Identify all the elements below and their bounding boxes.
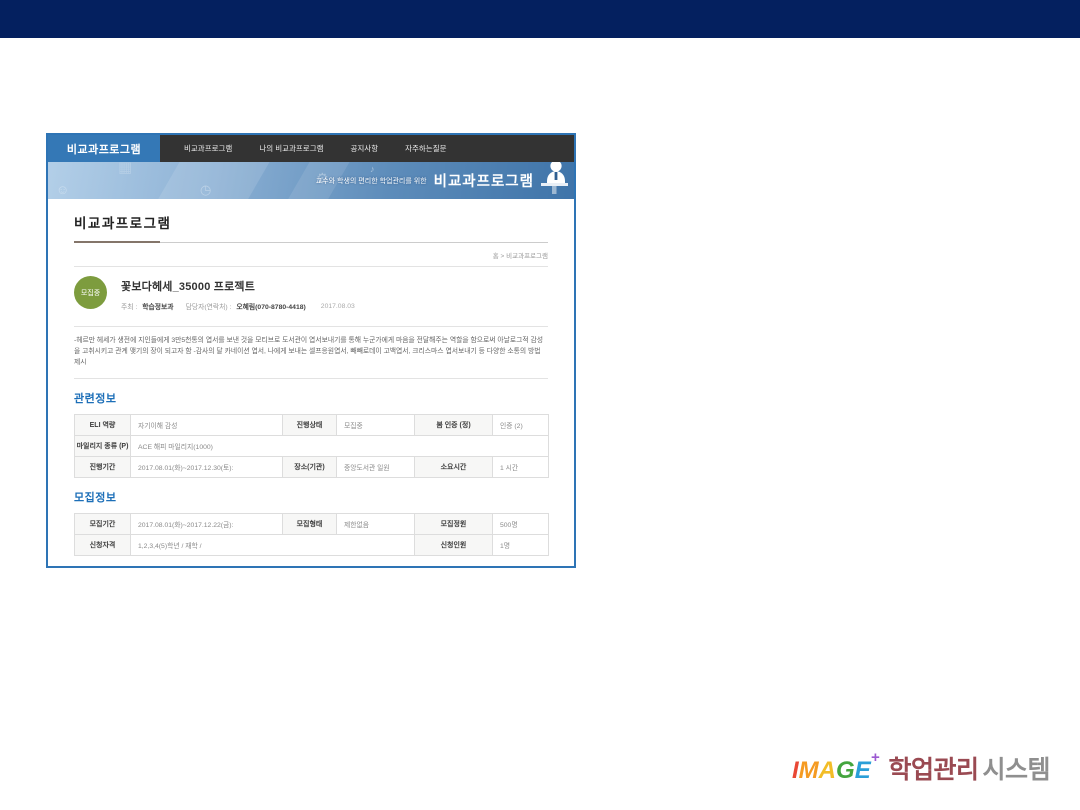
breadcrumb[interactable]: 홈 > 비교과프로그램 <box>74 250 548 260</box>
nav-logo[interactable]: 비교과프로그램 <box>48 135 160 162</box>
title-underline <box>74 242 548 243</box>
slide: 비교과프로그램 비교과프로그램 나의 비교과프로그램 공지사항 자주하는질문 ☺… <box>0 0 1080 810</box>
eli-competency-header: ELI 역량 <box>75 414 131 435</box>
recruit-info-table: 모집기간 2017.08.01(화)~2017.12.22(금): 모집형태 제… <box>74 513 549 556</box>
logo-suffix-bold: 학업관리 <box>888 750 978 786</box>
progress-status-header: 진행상태 <box>283 414 337 435</box>
program-meta: 주최 : 학습정보과 담당자(연락처) : 오혜림(070-8780-4418)… <box>121 301 355 311</box>
duration-value: 1 시간 <box>493 456 549 477</box>
table-row: 신청자격 1,2,3,4(5)학년 / 재학 / 신청인원 1명 <box>75 534 549 555</box>
duration-header: 소요시간 <box>415 456 493 477</box>
recruit-period-header: 모집기간 <box>75 513 131 534</box>
program-title: 꽃보다헤세_35000 프로젝트 <box>121 278 355 294</box>
clock-icon: ◷ <box>200 183 211 196</box>
person-icon <box>538 162 570 199</box>
button-row: ▤ 목록 ☑ 신청 <box>74 567 548 568</box>
divider <box>74 326 548 327</box>
progress-status-value: 모집중 <box>337 414 415 435</box>
calendar-icon: ▦ <box>118 162 132 175</box>
logo-plus: + <box>871 749 880 777</box>
eligibility-header: 신청자격 <box>75 534 131 555</box>
page-title: 비교과프로그램 <box>74 212 548 232</box>
table-row: ELI 역량 자기이해 감성 진행상태 모집중 봄 인증 (정) 인증 (2) <box>75 414 549 435</box>
banner-title: 비교과프로그램 <box>434 170 534 191</box>
nav-menu: 비교과프로그램 나의 비교과프로그램 공지사항 자주하는질문 <box>160 135 447 162</box>
section-title-related-info: 관련정보 <box>74 390 548 406</box>
recruit-type-header: 모집형태 <box>283 513 337 534</box>
cert-header: 봄 인증 (정) <box>415 414 493 435</box>
recruit-capacity-header: 모집정원 <box>415 513 493 534</box>
app-navbar: 비교과프로그램 비교과프로그램 나의 비교과프로그램 공지사항 자주하는질문 <box>48 135 574 162</box>
mileage-type-value: ACE 해피 마일리지(1000) <box>131 435 549 456</box>
recruit-type-value: 제한없음 <box>337 513 415 534</box>
recruit-period-value: 2017.08.01(화)~2017.12.22(금): <box>131 513 283 534</box>
banner-tagline: 교수와 학생의 편리한 학업관리를 위한 <box>316 176 427 186</box>
logo-letter: A <box>819 757 836 785</box>
eli-competency-value: 자기이해 감성 <box>131 414 283 435</box>
recruiting-status-badge: 모집중 <box>74 276 107 309</box>
recruit-capacity-value: 500명 <box>493 513 549 534</box>
logo-letter: I <box>792 757 799 785</box>
table-row: 모집기간 2017.08.01(화)~2017.12.22(금): 모집형태 제… <box>75 513 549 534</box>
apply-button-highlight: ☑ 신청 <box>491 567 548 568</box>
slide-top-bar <box>0 0 1080 38</box>
program-header-text: 꽃보다헤세_35000 프로젝트 주최 : 학습정보과 담당자(연락처) : 오… <box>121 276 355 311</box>
banner: ☺ ▦ ◷ ⚙ ♪ 교수와 학생의 편리한 학업관리를 위한 비교과프로그램 <box>48 162 574 199</box>
program-description: -헤르만 헤세가 생전에 지인들에게 3만5천통의 엽서를 보낸 것을 모티브로… <box>74 335 548 369</box>
footer-logo: I M A G E + 학업관리 시스템 <box>792 750 1050 786</box>
logo-letter: M <box>799 757 819 785</box>
manager-value: 오혜림(070-8780-4418) <box>236 301 305 311</box>
logo-letter: E <box>855 757 871 785</box>
program-header: 모집중 꽃보다헤세_35000 프로젝트 주최 : 학습정보과 담당자(연락처)… <box>74 267 548 320</box>
section-title-recruit-info: 모집정보 <box>74 489 548 505</box>
posted-date: 2017.08.03 <box>321 303 355 310</box>
divider <box>74 378 548 379</box>
table-row: 마일리지 종류 (P) ACE 해피 마일리지(1000) <box>75 435 549 456</box>
cert-value: 인증 (2) <box>493 414 549 435</box>
applicants-value: 1명 <box>493 534 549 555</box>
place-value: 중앙도서관 일원 <box>337 456 415 477</box>
applicants-header: 신청인원 <box>415 534 493 555</box>
page-content: 비교과프로그램 홈 > 비교과프로그램 모집중 꽃보다헤세_35000 프로젝트… <box>48 199 574 568</box>
place-header: 장소(기관) <box>283 456 337 477</box>
table-row: 진행기간 2017.08.01(화)~2017.12.30(토): 장소(기관)… <box>75 456 549 477</box>
progress-period-header: 진행기간 <box>75 456 131 477</box>
logo-suffix-light: 시스템 <box>982 750 1050 786</box>
host-label: 주최 : <box>121 301 137 311</box>
smiley-icon: ☺ <box>56 183 69 196</box>
nav-item-faq[interactable]: 자주하는질문 <box>405 143 446 154</box>
nav-item-my-programs[interactable]: 나의 비교과프로그램 <box>259 143 323 154</box>
program-detail-window: 비교과프로그램 비교과프로그램 나의 비교과프로그램 공지사항 자주하는질문 ☺… <box>46 133 576 568</box>
banner-text: 교수와 학생의 편리한 학업관리를 위한 비교과프로그램 <box>316 162 534 199</box>
eligibility-value: 1,2,3,4(5)학년 / 재학 / <box>131 534 415 555</box>
nav-item-programs[interactable]: 비교과프로그램 <box>184 143 232 154</box>
title-underline-accent <box>74 241 160 243</box>
mileage-type-header: 마일리지 종류 (P) <box>75 435 131 456</box>
manager-label: 담당자(연락처) : <box>186 301 232 311</box>
logo-letter: G <box>836 757 855 785</box>
related-info-table: ELI 역량 자기이해 감성 진행상태 모집중 봄 인증 (정) 인증 (2) … <box>74 414 549 478</box>
nav-item-notices[interactable]: 공지사항 <box>351 143 379 154</box>
image-plus-logo: I M A G E + <box>792 757 879 785</box>
progress-period-value: 2017.08.01(화)~2017.12.30(토): <box>131 456 283 477</box>
host-value: 학습정보과 <box>142 301 173 311</box>
